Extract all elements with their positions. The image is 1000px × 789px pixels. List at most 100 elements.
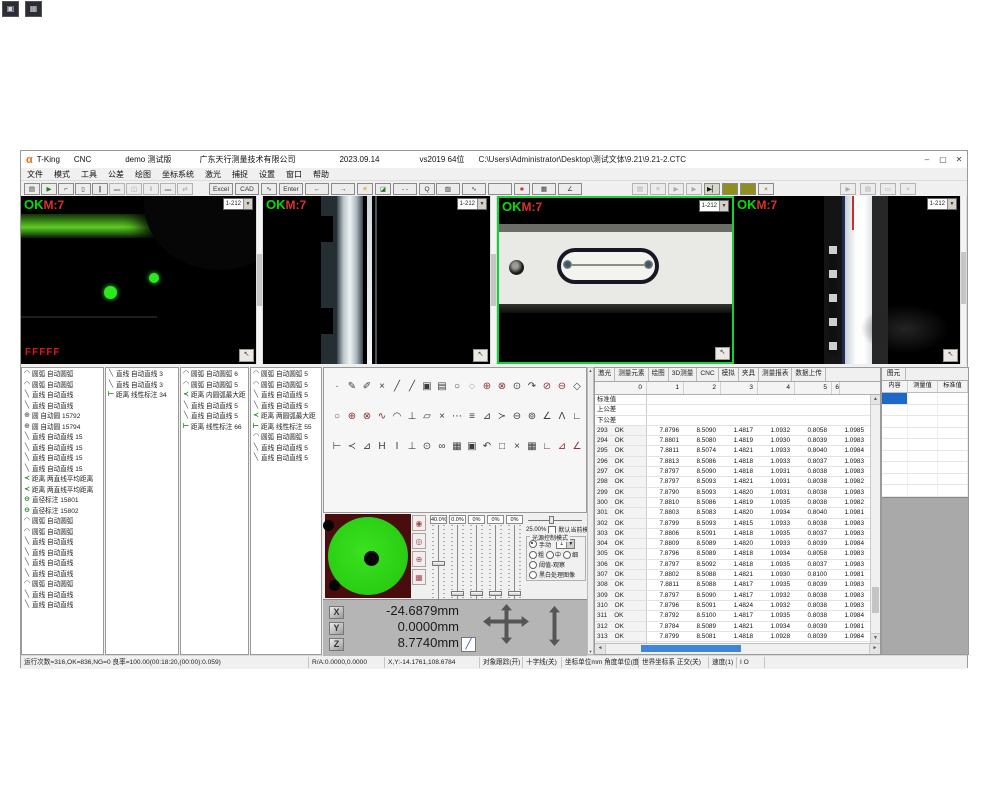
elements-row[interactable] [882,439,968,451]
camera3-pan-icon[interactable]: ↖ [715,347,730,360]
scroll-right-icon[interactable]: ► [869,644,880,654]
elements-row[interactable] [882,416,968,428]
toolbar-text-button[interactable]: ☀ [357,183,373,195]
chevron-down-icon[interactable]: ▼ [719,201,728,211]
toolbar-right-button[interactable]: ▭ [880,183,896,195]
table-row[interactable]: 313OK 7.8799 8.5081 1.4818 1.0928 0.8039… [595,632,870,642]
toolbar-text-button[interactable]: ◪ [375,183,391,195]
threshold-radio[interactable] [529,561,537,569]
table-row[interactable]: 301OK 7.8803 8.5083 1.4820 1.0934 0.8040… [595,508,870,518]
measure-tool-icon[interactable]: × [435,410,449,423]
splitter-thumb[interactable] [257,254,262,306]
table-row[interactable]: 309OK 7.8797 8.5090 1.4817 1.0932 0.8038… [595,591,870,601]
toolbar-text-button[interactable]: → [331,183,355,195]
list-item[interactable]: ◠圆弧 自动圆弧 [22,368,103,379]
table-row[interactable]: 295OK 7.8811 8.5074 1.4821 1.0933 0.8040… [595,446,870,456]
toolbar-text-button[interactable]: - - [393,183,417,195]
table-row[interactable]: 303OK 7.8806 8.5091 1.4818 1.0935 0.8037… [595,529,870,539]
toolbar-media-button[interactable]: ▶ [668,183,684,195]
master-slider[interactable] [528,516,582,524]
measure-tool-icon[interactable]: ⊗ [360,410,374,423]
results-tab[interactable]: 测量报表 [759,368,792,381]
scroll-left-icon[interactable]: ◄ [595,644,606,654]
measure-tool-icon[interactable]: ○ [450,380,464,393]
toolbar-icon-button[interactable]: ▯ [75,183,91,195]
list-item[interactable]: ╲直线 自动直线 [22,536,103,547]
elements-row[interactable] [882,428,968,440]
measure-tool-icon[interactable]: ▱ [420,410,434,423]
list-item[interactable]: ⊕圆 自动圆 15794 [22,421,103,432]
slider-thumb[interactable] [508,591,521,596]
light-mode-button[interactable]: ▦ [412,569,426,585]
measure-tool-icon[interactable]: ⊿ [555,440,569,453]
toolbar-media-button[interactable]: ≡ [650,183,666,195]
results-tab[interactable]: 激光 [595,368,615,381]
scroll-down-icon[interactable]: ▼ [589,649,593,654]
toolbar-icon-button[interactable]: ⇄ [177,183,193,195]
measure-tool-icon[interactable]: ∞ [435,440,449,453]
measure-tool-icon[interactable]: · [330,380,344,393]
list-item[interactable]: ◠圆弧 自动圆弧 6 [181,368,248,379]
toolbar-icon-button[interactable]: ▬ [160,183,176,195]
list-item[interactable]: ╲直线 自动直线 5 [251,389,321,400]
camera3-range-dropdown[interactable]: 1-212 ▼ [699,200,729,212]
table-row[interactable]: 293OK 7.8796 8.5090 1.4817 1.0932 0.8058… [595,426,870,436]
measure-tool-icon[interactable]: ◇ [570,380,584,393]
menu-item[interactable]: 公差 [108,169,124,180]
camera2-pan-icon[interactable]: ↖ [473,349,488,362]
list-item[interactable]: ╲直线 自动直线 [22,599,103,610]
toolbar-pattern-button[interactable]: ∠ [558,183,582,195]
jog-z-arrow[interactable] [549,606,560,646]
toolbar-icon-button[interactable]: ‖ [143,183,159,195]
toolbar-icon-button[interactable]: ⌐ [58,183,74,195]
table-row[interactable]: 304OK 7.8809 8.5089 1.4820 1.0933 0.8039… [595,539,870,549]
menu-item[interactable]: 模式 [54,169,70,180]
menu-item[interactable]: 激光 [205,169,221,180]
menu-item[interactable]: 绘图 [135,169,151,180]
strength-option[interactable]: 粗 [529,550,544,559]
slider-track[interactable] [430,525,447,599]
measure-tool-icon[interactable]: ⊥ [405,410,419,423]
list-item[interactable]: ╲直线 自动直线 15 [22,452,103,463]
measure-tool-icon[interactable]: ╱ [405,380,419,393]
table-row[interactable]: 300OK 7.8810 8.5086 1.4819 1.0935 0.8038… [595,498,870,508]
list-item[interactable]: ╲直线 自动直线 [22,400,103,411]
x-axis-icon[interactable]: X [329,606,344,619]
camera-view-1[interactable]: OKM:7 1-212 ▼ FFFFF ↖ [21,196,256,364]
master-slider-thumb[interactable] [549,516,554,524]
elements-row[interactable] [882,451,968,463]
toolbar-pattern-button[interactable]: ▦ [532,183,556,195]
light-joystick[interactable] [325,514,411,598]
crosshair-toggle[interactable]: 十字线(关) [523,657,562,668]
measure-tool-icon[interactable]: ⊥ [405,440,419,453]
slider-thumb[interactable] [432,561,445,566]
toolbar-right-button[interactable]: ▤ [860,183,876,195]
results-tab[interactable]: CNC [697,368,718,381]
list-item[interactable]: ╲直线 自动直线 3 [106,379,178,390]
measure-tool-icon[interactable]: ∟ [540,440,554,453]
measure-tool-icon[interactable]: ▤ [435,380,449,393]
table-row[interactable]: 305OK 7.8796 8.5089 1.4818 1.0934 0.8058… [595,549,870,559]
measure-tool-icon[interactable]: ⊘ [540,380,554,393]
list-item[interactable]: ◠圆弧 自动圆弧 [22,379,103,390]
measure-tool-icon[interactable]: × [375,380,389,393]
results-tab[interactable]: 模拟 [719,368,739,381]
bw-image-radio[interactable] [529,571,537,579]
measure-tool-icon[interactable]: ∠ [540,410,554,423]
camera1-range-dropdown[interactable]: 1-212 ▼ [223,198,253,210]
results-tab[interactable]: 数据上传 [792,368,825,381]
camera4-range-dropdown[interactable]: 1-212 ▼ [927,198,957,210]
chevron-down-icon[interactable]: ▼ [477,199,486,209]
table-vertical-scrollbar[interactable]: ▲ ▼ [870,395,880,643]
speed-indicator[interactable]: 速度(1) [709,657,737,668]
scrollbar-thumb[interactable] [641,645,741,652]
list-item[interactable]: ≺距离 两直线平均距离 [22,484,103,495]
measure-tool-icon[interactable]: ⊙ [510,380,524,393]
list-item[interactable]: ≺距离 内圆弧最大距 [181,389,248,400]
slider-thumb[interactable] [470,591,483,596]
table-row[interactable]: 294OK 7.8801 8.5080 1.4819 1.0930 0.8039… [595,436,870,446]
measure-tool-icon[interactable]: ◌ [465,380,479,393]
camera-splitter[interactable] [490,196,497,364]
table-row[interactable]: 296OK 7.8813 8.5086 1.4818 1.0933 0.8037… [595,457,870,467]
chevron-down-icon[interactable]: ▼ [947,199,956,209]
